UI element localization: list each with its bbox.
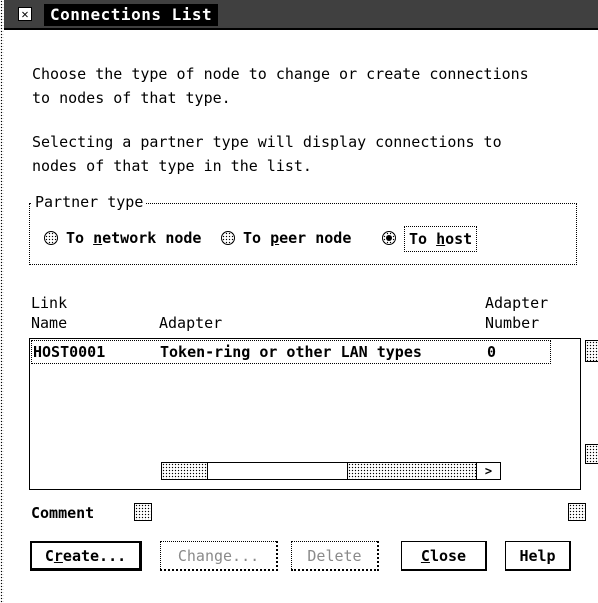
column-header-adapter-number-line1: Adapter [485, 294, 549, 312]
column-header-adapter-number: Number [485, 314, 540, 332]
scroll-up-icon[interactable] [585, 340, 598, 362]
delete-button[interactable]: Delete [291, 541, 379, 571]
scroll-left-icon[interactable] [162, 463, 208, 479]
cell-adapter-number: 0 [487, 343, 497, 361]
cell-link-name: HOST0001 [33, 343, 106, 361]
instruction-text-1: Choose the type of node to change or cre… [32, 65, 529, 83]
window-left-border [0, 0, 4, 603]
scroll-track[interactable] [348, 463, 476, 479]
comment-scroll-icon[interactable] [568, 503, 586, 521]
horizontal-scrollbar[interactable]: > [161, 462, 501, 480]
column-header-adapter: Adapter [159, 314, 223, 332]
connections-listbox[interactable]: HOST0001 Token-ring or other LAN types 0… [29, 338, 598, 490]
title-bar[interactable]: ✕ Connections List [4, 0, 598, 30]
vertical-scrollbar[interactable] [585, 340, 598, 470]
radio-selected-icon [382, 231, 396, 245]
scroll-right-icon[interactable]: > [476, 463, 500, 479]
radio-button-icon [221, 231, 235, 245]
close-x-icon[interactable]: ✕ [18, 7, 32, 21]
comment-label: Comment [31, 504, 95, 522]
window-title: Connections List [44, 4, 219, 26]
scroll-thumb[interactable] [208, 463, 348, 479]
help-button[interactable]: Help [505, 541, 571, 571]
partner-type-label: Partner type [32, 192, 147, 212]
column-header-link-line1: Link [31, 294, 68, 312]
scroll-down-icon[interactable] [585, 444, 598, 464]
create-button[interactable]: Create... [30, 541, 142, 571]
column-header-link-name: Name [31, 314, 68, 332]
instruction-text-2: to nodes of that type. [32, 89, 231, 107]
close-button[interactable]: Close [401, 541, 487, 571]
instruction-text-4: nodes of that type in the list. [32, 157, 312, 175]
radio-button-icon [44, 231, 58, 245]
list-item[interactable]: HOST0001 Token-ring or other LAN types 0 [31, 340, 551, 364]
change-button[interactable]: Change... [160, 541, 278, 571]
cell-adapter: Token-ring or other LAN types [160, 343, 422, 361]
comment-field[interactable] [134, 503, 152, 521]
instruction-text-3: Selecting a partner type will display co… [32, 133, 502, 151]
